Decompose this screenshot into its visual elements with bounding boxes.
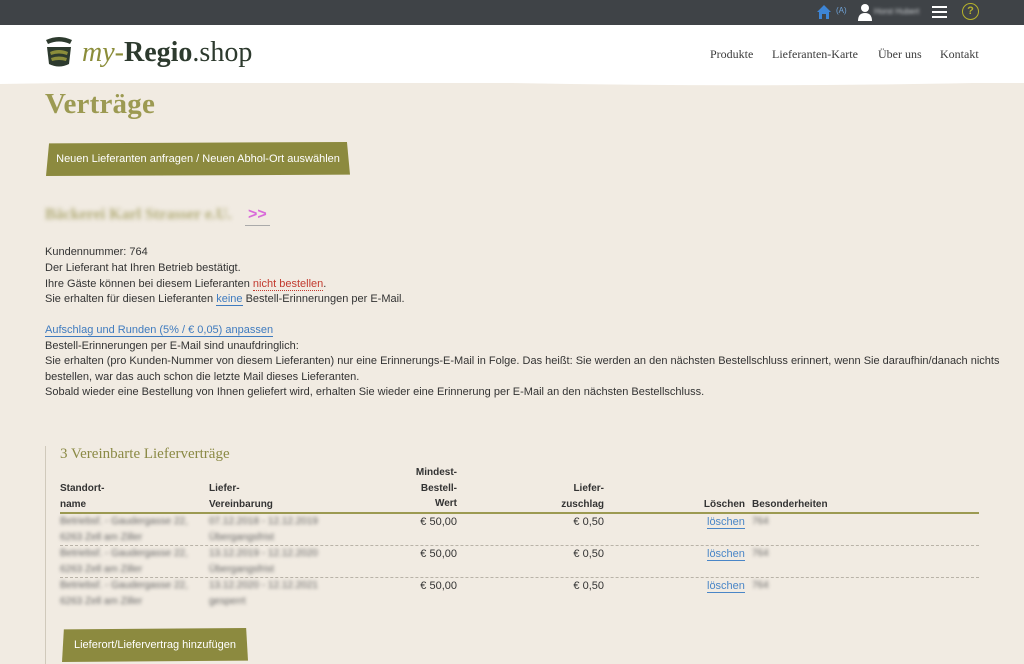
header-surcharge-line2: zuschlag bbox=[561, 498, 604, 510]
row2-location-line2: 6263 Zell am Ziller bbox=[60, 564, 143, 575]
row2-location-line1: Betriebsf. - Gaudergasse 22, bbox=[60, 548, 188, 559]
row1-agreement-line1: 07.12.2018 - 12.12.2019 bbox=[209, 516, 318, 527]
surcharge-adjust-link[interactable]: Aufschlag und Runden (5% / € 0,05) anpas… bbox=[45, 324, 274, 337]
logo-regio: Regio bbox=[123, 37, 193, 68]
customer-number: Kundennummer: 764 bbox=[45, 246, 148, 258]
row2-agreement-line1: 13.12.2019 - 12.12.2020 bbox=[209, 548, 318, 559]
supplier-details-link[interactable]: >> bbox=[245, 205, 270, 226]
header-agreement-line1: Liefer- bbox=[209, 483, 240, 494]
header-location: Standort- name bbox=[60, 481, 104, 512]
row1-location: Betriebsf. - Gaudergasse 22, 6263 Zell a… bbox=[60, 514, 188, 546]
help-icon[interactable]: ? bbox=[962, 3, 979, 20]
guest-order-text: Ihre Gäste können bei diesem Lieferanten… bbox=[45, 277, 326, 292]
reminder-prefix: Sie erhalten für diesen Lieferanten bbox=[45, 293, 217, 305]
row3-agreement: 13.12.2020 - 12.12.2021 gesperrt bbox=[209, 578, 318, 610]
header-surcharge: Liefer- zuschlag bbox=[530, 481, 604, 512]
row3-special: 764 bbox=[752, 580, 769, 591]
header-location-line2: name bbox=[60, 498, 87, 510]
header-wave-divider bbox=[0, 78, 1024, 86]
row2-surcharge: € 0,50 bbox=[573, 548, 604, 560]
header-min-value-line3: Wert bbox=[434, 498, 457, 509]
row3-location-line1: Betriebsf. - Gaudergasse 22, bbox=[60, 580, 188, 591]
nav-produkte[interactable]: Produkte bbox=[710, 47, 753, 62]
reminder-suffix: Bestell-Erinnerungen per E-Mail. bbox=[242, 293, 405, 305]
logo-text[interactable]: my-Regio.shop bbox=[82, 38, 252, 68]
row1-agreement: 07.12.2018 - 12.12.2019 Übergangsfrist bbox=[209, 514, 318, 546]
header-min-value-line2: Bestell- bbox=[420, 482, 457, 494]
header-delete: Löschen bbox=[703, 499, 745, 510]
user-level-label: (A) bbox=[836, 6, 847, 15]
header-agreement: Liefer- Vereinbarung bbox=[209, 481, 273, 512]
nav-ueber-uns[interactable]: Über uns bbox=[878, 47, 922, 62]
logo-icon[interactable] bbox=[44, 36, 74, 68]
row3-agreement-line2: gesperrt bbox=[209, 596, 246, 607]
header-agreement-line2: Vereinbarung bbox=[209, 498, 273, 510]
info-line-2: Sie erhalten (pro Kunden-Nummer von dies… bbox=[45, 355, 1000, 367]
row2-min-value: € 50,00 bbox=[420, 548, 457, 560]
user-name[interactable]: Horst Hubert bbox=[874, 7, 919, 16]
guest-order-suffix: . bbox=[323, 278, 327, 290]
row3-delete-label[interactable]: löschen bbox=[707, 580, 745, 593]
info-line-3: bestellen, war das auch schon die letzte… bbox=[45, 371, 360, 383]
table-header-divider bbox=[60, 512, 979, 514]
row1-min-value: € 50,00 bbox=[420, 516, 457, 528]
row3-agreement-line1: 13.12.2020 - 12.12.2021 bbox=[209, 580, 318, 591]
confirmation-text: Der Lieferant hat Ihren Betrieb bestätig… bbox=[45, 262, 241, 274]
header-location-line1: Standort- bbox=[60, 483, 105, 494]
add-delivery-contract-button[interactable]: Lieferort/Liefervertrag hinzufügen bbox=[62, 628, 248, 662]
row2-location: Betriebsf. - Gaudergasse 22, 6263 Zell a… bbox=[60, 546, 188, 578]
row1-surcharge: € 0,50 bbox=[573, 516, 604, 528]
home-icon[interactable] bbox=[816, 4, 832, 20]
row3-min-value: € 50,00 bbox=[420, 580, 457, 592]
header-surcharge-line1: Liefer- bbox=[573, 483, 604, 494]
nav-lieferanten-karte[interactable]: Lieferanten-Karte bbox=[772, 47, 858, 62]
row1-delete-link[interactable]: löschen bbox=[707, 514, 745, 530]
row-divider bbox=[60, 545, 979, 546]
row3-location-line2: 6263 Zell am Ziller bbox=[60, 596, 143, 607]
user-icon[interactable] bbox=[858, 3, 872, 21]
row-divider bbox=[60, 577, 979, 578]
row3-surcharge: € 0,50 bbox=[573, 580, 604, 592]
row2-special: 764 bbox=[752, 548, 769, 559]
row3-location: Betriebsf. - Gaudergasse 22, 6263 Zell a… bbox=[60, 578, 188, 610]
row1-agreement-line2: Übergangsfrist bbox=[209, 532, 275, 543]
row2-agreement-line2: Übergangsfrist bbox=[209, 564, 275, 575]
top-utility-bar: (A) Horst Hubert ? bbox=[0, 0, 1024, 25]
row1-location-line2: 6263 Zell am Ziller bbox=[60, 532, 143, 543]
guest-order-prefix: Ihre Gäste können bei diesem Lieferanten bbox=[45, 278, 253, 290]
nav-kontakt[interactable]: Kontakt bbox=[940, 47, 979, 62]
row2-delete-label[interactable]: löschen bbox=[707, 548, 745, 561]
site-header: my-Regio.shop Produkte Lieferanten-Karte… bbox=[0, 25, 1024, 83]
info-line-4: Sobald wieder eine Bestellung von Ihnen … bbox=[45, 386, 705, 398]
header-min-value-line1: Mindest- bbox=[415, 467, 457, 478]
guest-order-link[interactable]: nicht bestellen bbox=[252, 278, 324, 291]
contracts-title: 3 Vereinbarte Lieferverträge bbox=[60, 446, 230, 462]
surcharge-text: Aufschlag und Runden (5% / € 0,05) anpas… bbox=[45, 323, 274, 338]
row1-special: 764 bbox=[752, 516, 769, 527]
reminder-toggle-link[interactable]: keine bbox=[216, 293, 243, 306]
hamburger-menu-icon[interactable] bbox=[932, 5, 947, 19]
page-title: Verträge bbox=[45, 88, 156, 120]
logo-shop: .shop bbox=[192, 37, 253, 68]
row2-agreement: 13.12.2019 - 12.12.2020 Übergangsfrist bbox=[209, 546, 318, 578]
row3-delete-link[interactable]: löschen bbox=[707, 578, 745, 594]
row1-delete-label[interactable]: löschen bbox=[707, 516, 745, 529]
supplier-name: Bäckerei Karl Strasser e.U. bbox=[45, 206, 232, 223]
info-line-1: Bestell-Erinnerungen per E-Mail sind una… bbox=[45, 340, 299, 352]
row1-location-line1: Betriebsf. - Gaudergasse 22, bbox=[60, 516, 188, 527]
header-min-value: Mindest- Bestell- Wert bbox=[380, 465, 457, 512]
row2-delete-link[interactable]: löschen bbox=[707, 546, 745, 562]
request-new-supplier-button[interactable]: Neuen Lieferanten anfragen / Neuen Abhol… bbox=[46, 142, 350, 176]
reminder-text: Sie erhalten für diesen Lieferanten kein… bbox=[45, 292, 405, 307]
header-special: Besonderheiten bbox=[752, 499, 828, 510]
logo-my: my- bbox=[82, 37, 124, 68]
